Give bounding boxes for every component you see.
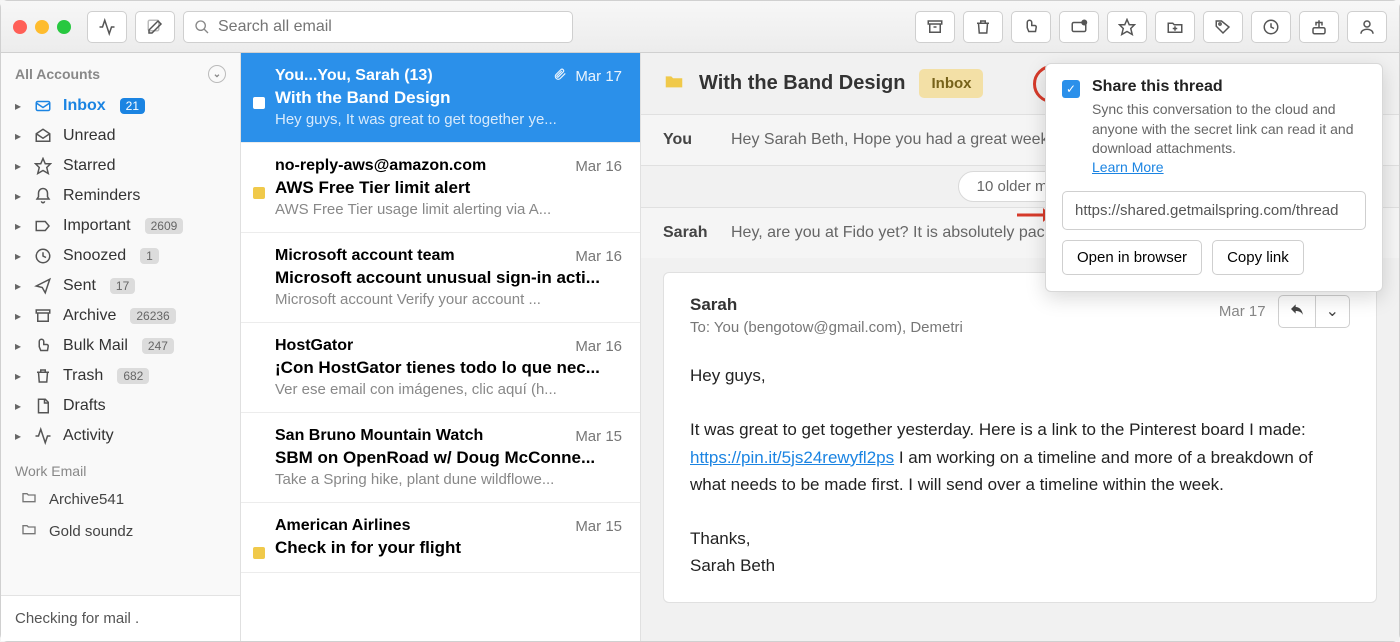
share-popover: ✓ Share this thread Sync this conversati… bbox=[1045, 63, 1383, 292]
thread-item[interactable]: American AirlinesMar 15 Check in for you… bbox=[241, 503, 640, 573]
sidebar-item-reminders[interactable]: ▸Reminders bbox=[1, 181, 240, 211]
compose-button[interactable] bbox=[135, 11, 175, 43]
document-icon bbox=[33, 397, 53, 415]
folder-icon bbox=[21, 489, 39, 509]
mark-unread-button[interactable] bbox=[1059, 11, 1099, 43]
thread-marker-icon bbox=[253, 97, 265, 109]
thread-title: With the Band Design bbox=[699, 72, 905, 95]
folder-icon bbox=[663, 70, 685, 97]
thread-marker-icon bbox=[253, 187, 265, 199]
chevron-down-icon[interactable]: ⌄ bbox=[208, 65, 226, 83]
trash-icon bbox=[33, 367, 53, 385]
copy-link-button[interactable]: Copy link bbox=[1212, 240, 1304, 275]
activity-icon[interactable] bbox=[87, 11, 127, 43]
move-to-folder-button[interactable] bbox=[1155, 11, 1195, 43]
zoom-window-icon[interactable] bbox=[57, 20, 71, 34]
archive-icon bbox=[33, 307, 53, 325]
work-email-section: Work Email bbox=[1, 451, 240, 483]
thumbs-down-icon bbox=[33, 337, 53, 355]
sidebar-item-inbox[interactable]: ▸Inbox21 bbox=[1, 91, 240, 121]
message-body: Hey guys, It was great to get together y… bbox=[690, 362, 1350, 580]
minimize-window-icon[interactable] bbox=[35, 20, 49, 34]
folder-icon bbox=[21, 521, 39, 541]
envelope-open-icon bbox=[33, 127, 53, 145]
sidebar-item-starred[interactable]: ▸Starred bbox=[1, 151, 240, 181]
search-input[interactable] bbox=[218, 18, 562, 36]
tag-icon bbox=[33, 217, 53, 235]
message-card: Sarah To: You (bengotow@gmail.com), Deme… bbox=[663, 272, 1377, 603]
share-title: Share this thread bbox=[1092, 78, 1366, 96]
snooze-button[interactable] bbox=[1251, 11, 1291, 43]
sidebar: All Accounts ⌄ ▸Inbox21 ▸Unread ▸Starred… bbox=[1, 53, 241, 641]
toolbar bbox=[1, 1, 1399, 53]
star-icon bbox=[33, 157, 53, 175]
learn-more-link[interactable]: Learn More bbox=[1092, 159, 1164, 175]
search-box[interactable] bbox=[183, 11, 573, 43]
thread-item[interactable]: HostGatorMar 16 ¡Con HostGator tienes to… bbox=[241, 323, 640, 413]
bell-icon bbox=[33, 187, 53, 205]
sidebar-folder-archive541[interactable]: Archive541 bbox=[1, 483, 240, 515]
sidebar-item-sent[interactable]: ▸Sent17 bbox=[1, 271, 240, 301]
accounts-header[interactable]: All Accounts ⌄ bbox=[1, 53, 240, 91]
inbox-badge[interactable]: Inbox bbox=[919, 69, 983, 98]
share-checkbox[interactable]: ✓ bbox=[1062, 80, 1080, 98]
clock-icon bbox=[33, 247, 53, 265]
accounts-label: All Accounts bbox=[15, 66, 100, 82]
attachment-icon bbox=[553, 67, 567, 81]
sidebar-item-bulk-mail[interactable]: ▸Bulk Mail247 bbox=[1, 331, 240, 361]
thread-item[interactable]: Microsoft account teamMar 16 Microsoft a… bbox=[241, 233, 640, 323]
share-description: Sync this conversation to the cloud and … bbox=[1092, 100, 1366, 159]
sync-status: Checking for mail . bbox=[1, 595, 240, 641]
sidebar-item-trash[interactable]: ▸Trash682 bbox=[1, 361, 240, 391]
search-icon bbox=[194, 19, 210, 35]
activity-line-icon bbox=[33, 427, 53, 445]
reply-button-group: ⌄ bbox=[1278, 295, 1350, 328]
message-sender: Sarah bbox=[690, 295, 963, 315]
reader-pane: With the Band Design Inbox You Hey Sarah… bbox=[641, 53, 1399, 641]
message-to: To: You (bengotow@gmail.com), Demetri bbox=[690, 319, 963, 336]
sidebar-item-activity[interactable]: ▸Activity bbox=[1, 421, 240, 451]
sidebar-item-unread[interactable]: ▸Unread bbox=[1, 121, 240, 151]
sidebar-item-archive[interactable]: ▸Archive26236 bbox=[1, 301, 240, 331]
profile-button[interactable] bbox=[1347, 11, 1387, 43]
inbox-icon bbox=[33, 97, 53, 115]
open-in-browser-button[interactable]: Open in browser bbox=[1062, 240, 1202, 275]
star-button[interactable] bbox=[1107, 11, 1147, 43]
sidebar-item-important[interactable]: ▸Important2609 bbox=[1, 211, 240, 241]
pinterest-link[interactable]: https://pin.it/5js24rewyfl2ps bbox=[690, 448, 894, 467]
thread-item[interactable]: no-reply-aws@amazon.comMar 16 AWS Free T… bbox=[241, 143, 640, 233]
sidebar-item-drafts[interactable]: ▸Drafts bbox=[1, 391, 240, 421]
sidebar-item-snoozed[interactable]: ▸Snoozed1 bbox=[1, 241, 240, 271]
archive-button[interactable] bbox=[915, 11, 955, 43]
message-date: Mar 17 bbox=[1219, 303, 1266, 320]
thread-item[interactable]: You...You, Sarah (13)Mar 17 With the Ban… bbox=[241, 53, 640, 143]
labels-button[interactable] bbox=[1203, 11, 1243, 43]
thread-item[interactable]: San Bruno Mountain WatchMar 15 SBM on Op… bbox=[241, 413, 640, 503]
thread-list: You...You, Sarah (13)Mar 17 With the Ban… bbox=[241, 53, 641, 641]
share-url-field[interactable]: https://shared.getmailspring.com/thread bbox=[1062, 191, 1366, 230]
spam-button[interactable] bbox=[1011, 11, 1051, 43]
thread-marker-icon bbox=[253, 547, 265, 559]
send-icon bbox=[33, 277, 53, 295]
share-button[interactable] bbox=[1299, 11, 1339, 43]
reply-dropdown-button[interactable]: ⌄ bbox=[1316, 296, 1349, 327]
close-window-icon[interactable] bbox=[13, 20, 27, 34]
trash-button[interactable] bbox=[963, 11, 1003, 43]
reply-button[interactable] bbox=[1279, 296, 1316, 327]
window-controls bbox=[13, 20, 71, 34]
sidebar-folder-gold-soundz[interactable]: Gold soundz bbox=[1, 515, 240, 547]
